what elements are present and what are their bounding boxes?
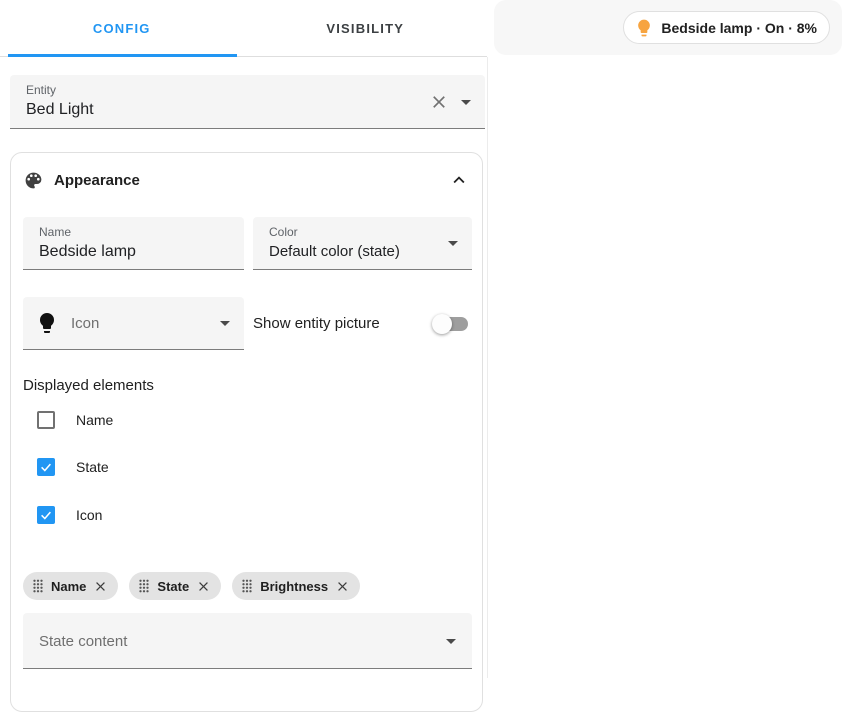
entity-picker[interactable]: Entity Bed Light <box>10 75 485 129</box>
show-entity-picture-label: Show entity picture <box>253 315 380 332</box>
name-field[interactable]: Name Bedside lamp <box>23 217 244 270</box>
checkbox-unchecked[interactable] <box>37 411 55 429</box>
palette-icon <box>23 170 44 191</box>
name-field-value: Bedside lamp <box>39 243 136 261</box>
chip-label: Name <box>51 579 86 594</box>
toggle-thumb <box>432 314 452 334</box>
chip-state[interactable]: State <box>129 572 221 600</box>
show-entity-picture-row: Show entity picture <box>253 297 472 350</box>
color-select-label: Color <box>269 225 298 239</box>
color-dropdown-button[interactable] <box>448 241 458 246</box>
entity-badge-label: Bedside lamp · On · 8% <box>661 20 817 36</box>
lightbulb-icon <box>634 18 654 38</box>
entity-picker-value: Bed Light <box>26 101 94 119</box>
check-icon <box>39 508 53 522</box>
checkbox-label: Icon <box>76 507 102 523</box>
state-content-dropdown-button[interactable] <box>446 639 456 644</box>
entity-badge[interactable]: Bedside lamp · On · 8% <box>623 11 830 44</box>
chevron-down-icon <box>448 241 458 246</box>
checkbox-row-icon[interactable]: Icon <box>37 506 102 524</box>
tab-bar: CONFIG VISIBILITY <box>0 0 487 57</box>
state-content-select[interactable]: State content <box>23 613 472 669</box>
checkbox-checked[interactable] <box>37 506 55 524</box>
show-entity-picture-toggle[interactable] <box>434 314 468 334</box>
appearance-header[interactable]: Appearance <box>23 165 470 195</box>
drag-handle-icon[interactable] <box>138 579 150 593</box>
check-icon <box>39 460 53 474</box>
drag-handle-icon[interactable] <box>241 579 253 593</box>
column-divider <box>487 57 488 678</box>
tab-config[interactable]: CONFIG <box>0 0 244 57</box>
entity-dropdown-button[interactable] <box>461 100 471 105</box>
color-select[interactable]: Color Default color (state) <box>253 217 472 270</box>
chevron-down-icon <box>446 639 456 644</box>
state-content-placeholder: State content <box>39 633 127 650</box>
state-content-chip-list: Name State Brightness <box>23 572 360 600</box>
chip-label: Brightness <box>260 579 328 594</box>
close-icon <box>429 92 449 112</box>
chip-name[interactable]: Name <box>23 572 118 600</box>
entity-clear-button[interactable] <box>429 92 449 112</box>
icon-dropdown-button[interactable] <box>220 321 230 326</box>
appearance-panel: Appearance Name Bedside lamp Color Defau… <box>10 152 483 712</box>
preview-pane: Bedside lamp · On · 8% <box>494 0 842 55</box>
close-icon[interactable] <box>335 579 350 594</box>
lightbulb-icon <box>35 311 59 335</box>
color-select-value: Default color (state) <box>269 243 400 260</box>
close-icon[interactable] <box>93 579 108 594</box>
appearance-title: Appearance <box>54 172 438 189</box>
checkbox-label: Name <box>76 412 113 428</box>
icon-picker[interactable]: Icon <box>23 297 244 350</box>
name-field-label: Name <box>39 225 71 239</box>
checkbox-row-name[interactable]: Name <box>37 411 113 429</box>
checkbox-row-state[interactable]: State <box>37 458 109 476</box>
active-tab-indicator <box>8 54 237 57</box>
checkbox-checked[interactable] <box>37 458 55 476</box>
chevron-down-icon <box>220 321 230 326</box>
displayed-elements-title: Displayed elements <box>23 377 154 394</box>
close-icon[interactable] <box>196 579 211 594</box>
chip-label: State <box>157 579 189 594</box>
chip-brightness[interactable]: Brightness <box>232 572 360 600</box>
tab-visibility[interactable]: VISIBILITY <box>244 0 488 57</box>
checkbox-label: State <box>76 459 109 475</box>
entity-picker-label: Entity <box>26 83 56 97</box>
drag-handle-icon[interactable] <box>32 579 44 593</box>
chevron-up-icon[interactable] <box>448 169 470 191</box>
chevron-down-icon <box>461 100 471 105</box>
icon-picker-placeholder: Icon <box>71 315 99 332</box>
